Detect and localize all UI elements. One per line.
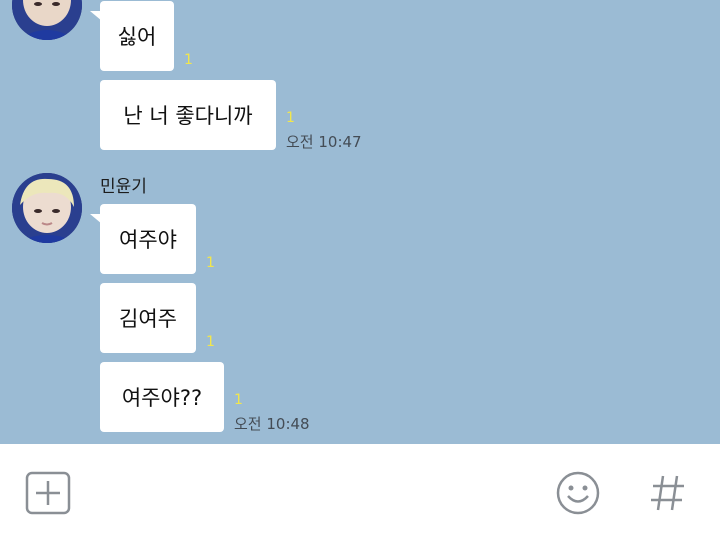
message-time: 오전 10:48 — [234, 415, 310, 433]
message-bubble[interactable]: 김여주 — [100, 283, 196, 353]
message-bubble[interactable]: 여주야 — [90, 204, 196, 274]
sender-name: 민윤기 — [100, 177, 147, 197]
plus-icon[interactable] — [25, 471, 71, 519]
unread-count: 1 — [234, 392, 243, 408]
message-text: 난 너 좋다니까 — [123, 104, 253, 128]
message-text: 김여주 — [119, 307, 177, 331]
message-text: 여주야 — [119, 228, 177, 252]
message-bubble[interactable]: 여주야?? — [100, 362, 224, 432]
input-bar — [0, 444, 720, 540]
chat-area: 싫어 1 난 너 좋다니까 1 오전 10:47 민윤기 여주야 1 김여주 1… — [0, 0, 720, 444]
avatar[interactable] — [12, 0, 82, 40]
emoji-icon[interactable] — [555, 470, 601, 520]
avatar[interactable] — [12, 173, 82, 243]
message-text: 여주야?? — [121, 386, 203, 410]
hashtag-icon[interactable] — [648, 472, 688, 518]
unread-count: 1 — [206, 255, 215, 271]
message-time: 오전 10:47 — [286, 133, 362, 151]
unread-count: 1 — [286, 110, 295, 126]
message-bubble[interactable]: 싫어 — [90, 1, 174, 71]
unread-count: 1 — [206, 334, 215, 350]
unread-count: 1 — [184, 52, 193, 68]
message-bubble[interactable]: 난 너 좋다니까 — [100, 80, 276, 150]
message-text: 싫어 — [117, 25, 157, 49]
